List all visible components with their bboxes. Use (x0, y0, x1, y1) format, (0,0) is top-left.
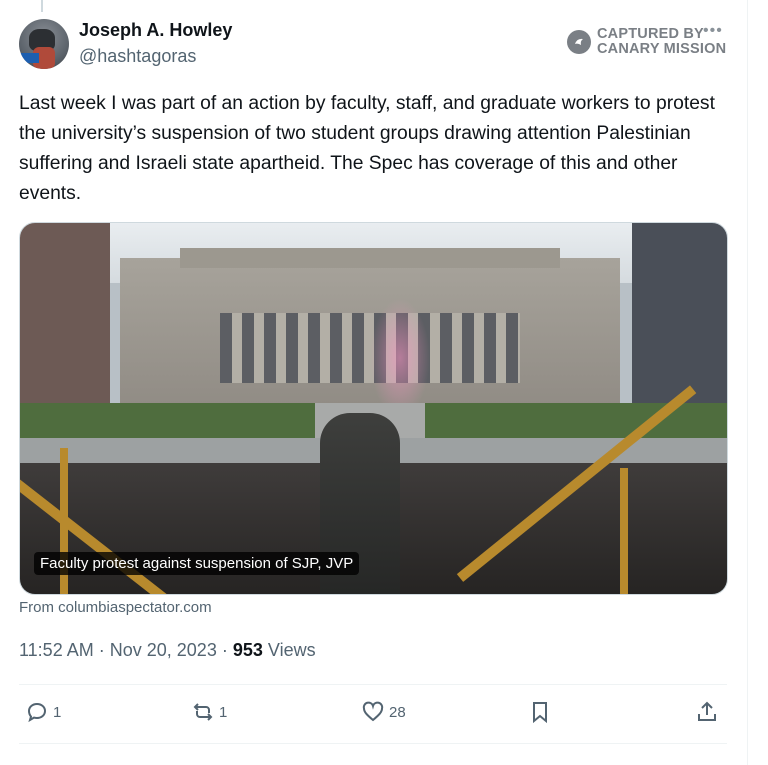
more-icon[interactable]: ••• (703, 22, 723, 40)
tweet-meta: 11:52 AM · Nov 20, 2023 · 953 Views (19, 640, 316, 661)
thread-line (41, 0, 43, 12)
avatar[interactable] (19, 19, 69, 69)
views-count: 953 (232, 640, 263, 660)
repost-count: 1 (219, 703, 228, 721)
author-handle[interactable]: @hashtagoras (79, 46, 196, 67)
action-bar: 1 1 28 (0, 700, 768, 730)
repost-button[interactable]: 1 (191, 700, 227, 724)
divider (19, 684, 727, 685)
reply-count: 1 (53, 703, 62, 721)
canary-mission-glyph (575, 38, 583, 45)
share-icon (698, 701, 716, 721)
reply-button[interactable]: 1 (25, 700, 61, 724)
photo-lens-flare (370, 298, 430, 418)
like-button[interactable]: 28 (361, 700, 406, 724)
tweet-text: Last week I was part of an action by fac… (19, 93, 715, 204)
avatar-shape (21, 53, 39, 63)
like-icon (362, 701, 384, 722)
meta-separator: · (98, 640, 105, 660)
reply-icon (27, 702, 47, 723)
media-caption: Faculty protest against suspension of SJ… (34, 552, 360, 575)
canary-mission-icon (567, 30, 591, 54)
photo-building-left (20, 223, 110, 423)
repost-icon (193, 703, 213, 721)
bookmark-button[interactable] (528, 700, 552, 724)
views-label: Views (267, 640, 316, 660)
media-card[interactable]: Faculty protest against suspension of SJ… (19, 222, 728, 595)
photo-library-roof (180, 248, 560, 268)
like-count: 28 (389, 703, 406, 721)
bookmark-icon (533, 702, 547, 724)
tweet-time[interactable]: 11:52 AM (19, 640, 94, 660)
captured-line2: CANARY MISSION (597, 41, 727, 57)
share-button[interactable] (695, 700, 719, 724)
photo-post (620, 468, 628, 594)
link-source[interactable]: From columbiaspectator.com (19, 599, 212, 616)
photo-library (120, 248, 620, 418)
column-border (747, 0, 748, 765)
divider (19, 743, 727, 744)
tweet-date[interactable]: Nov 20, 2023 (110, 640, 217, 660)
meta-separator: · (221, 640, 228, 660)
author-name[interactable]: Joseph A. Howley (79, 20, 232, 41)
